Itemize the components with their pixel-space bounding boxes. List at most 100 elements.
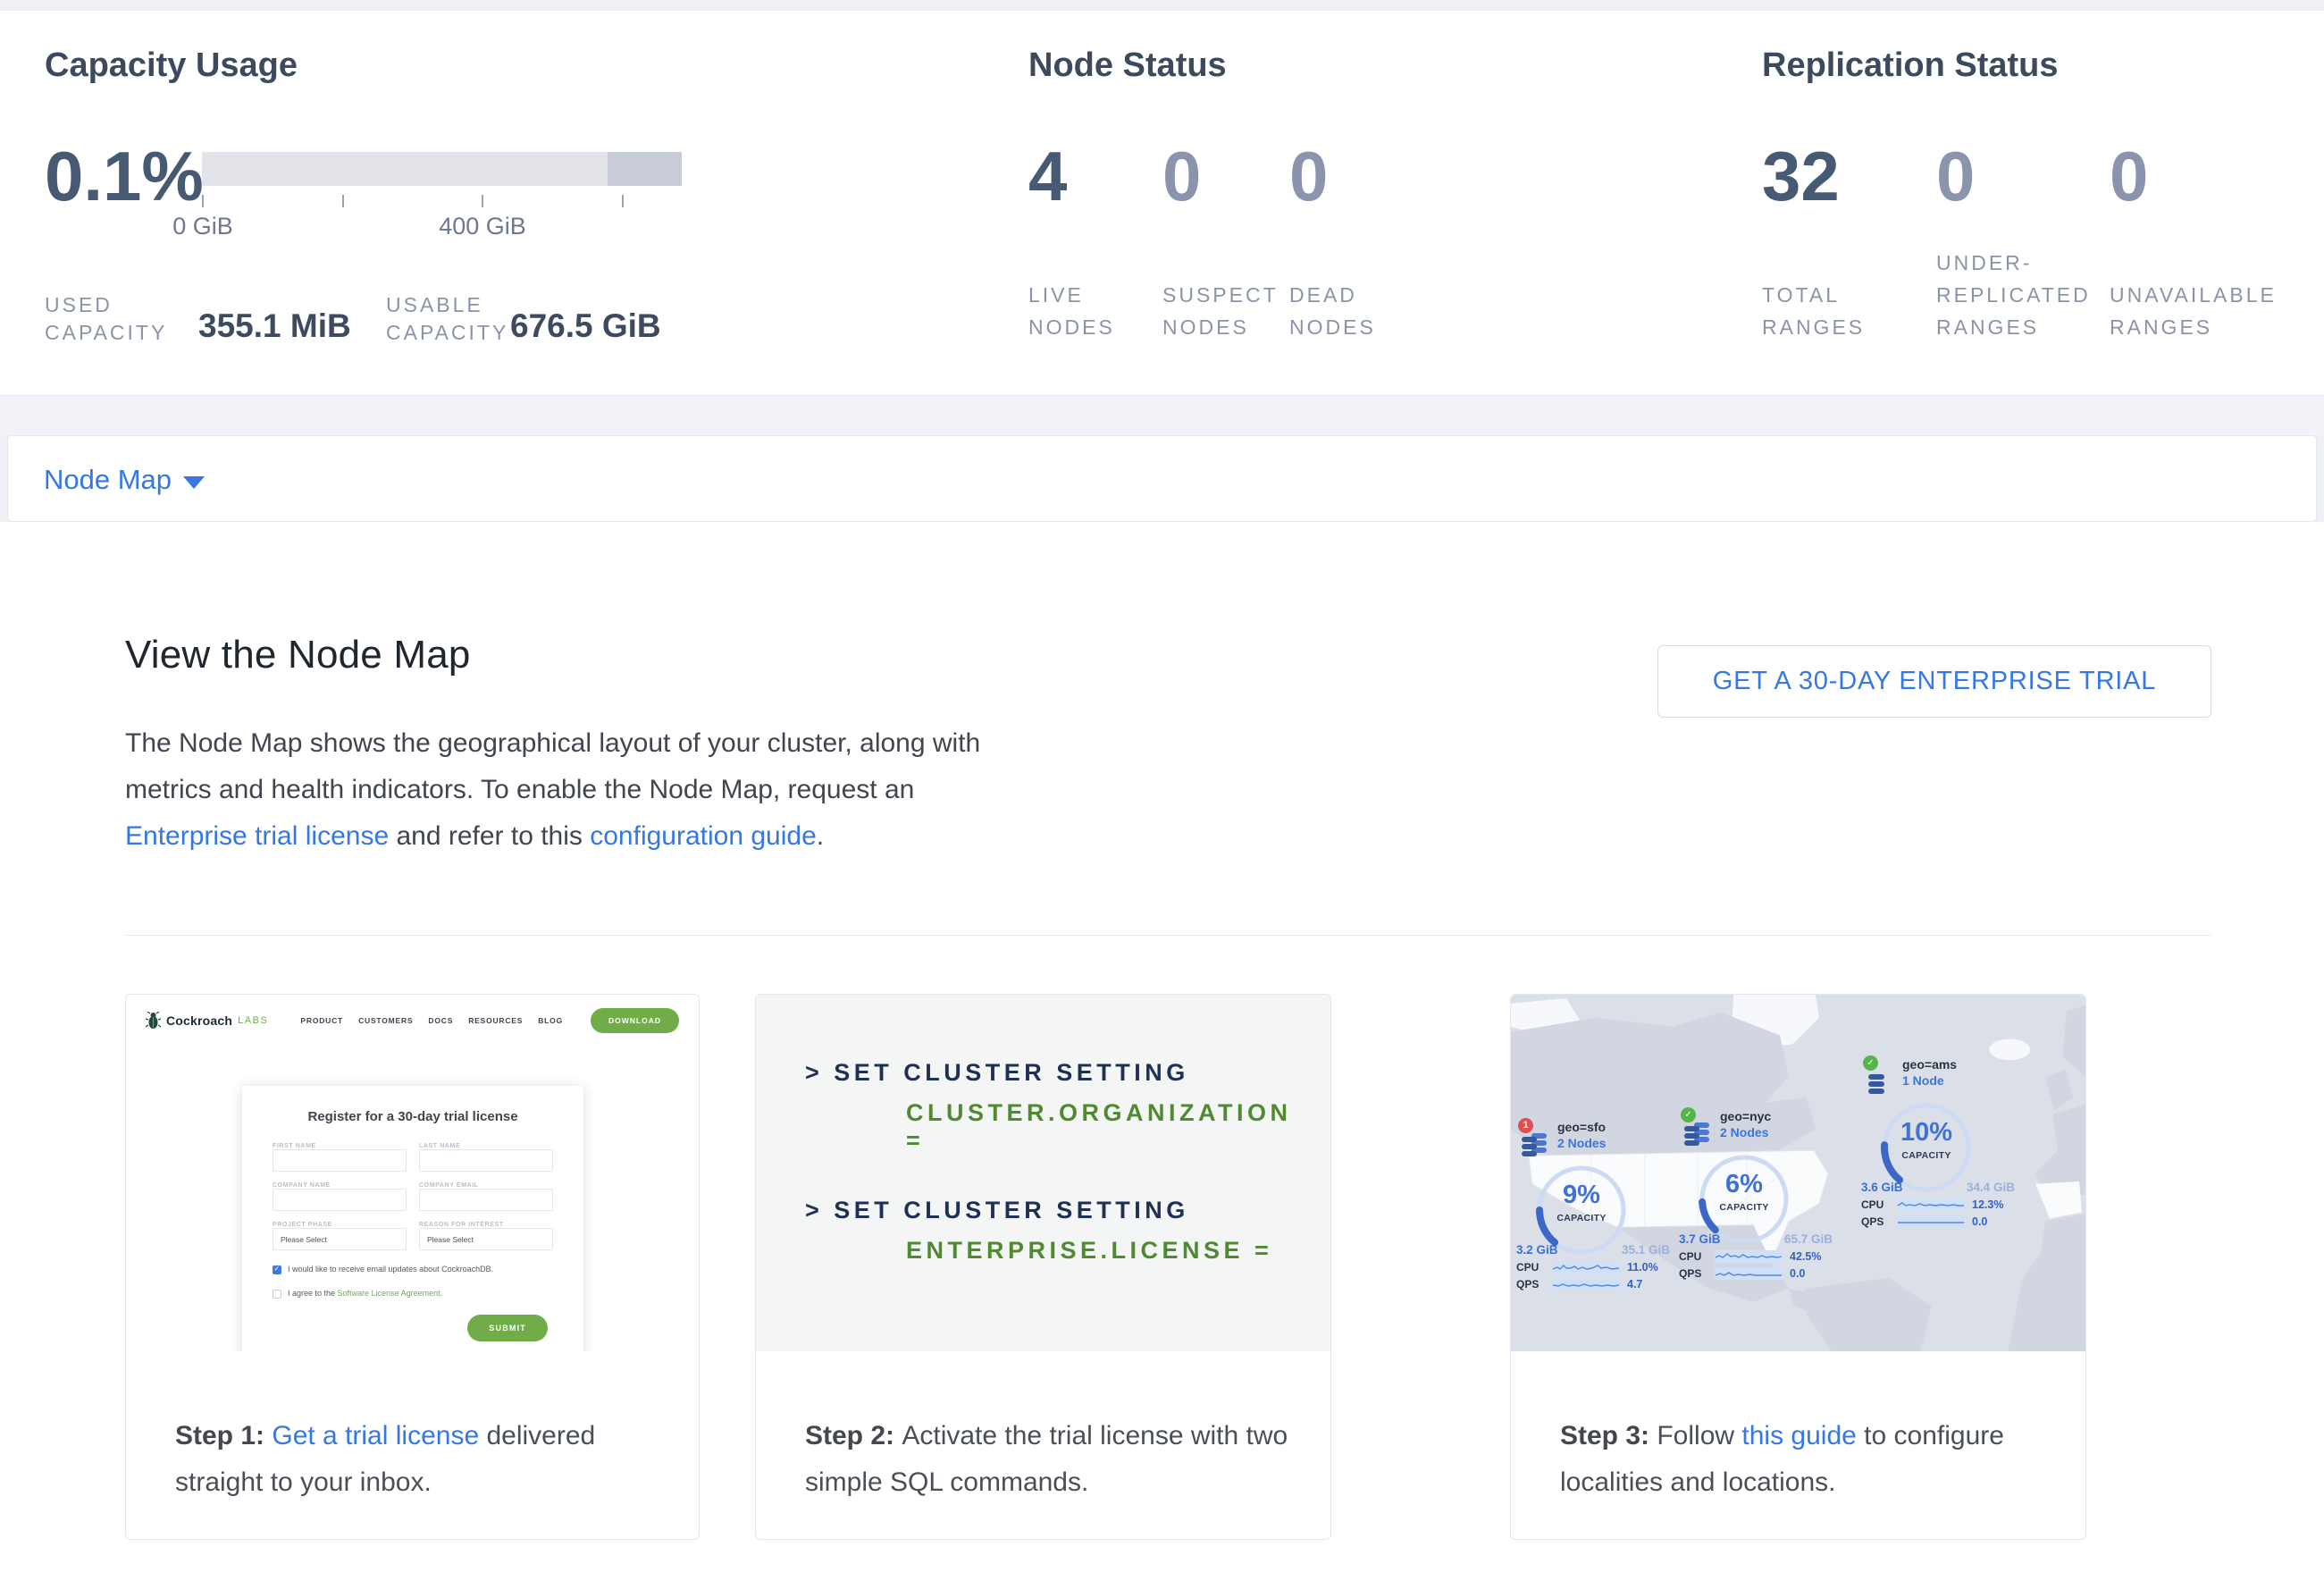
nav-item: CUSTOMERS [358, 1016, 413, 1025]
locality-node-count: 2 Nodes [1557, 1136, 1606, 1150]
capacity-label: CAPACITY [1532, 1213, 1631, 1223]
unavailable-ranges-value: 0 [2110, 141, 2148, 211]
cockroach-labs-logo: Cockroach LABS [146, 1012, 268, 1030]
submit-button: SUBMIT [467, 1315, 548, 1341]
form-title: Register for a 30-day trial license [273, 1109, 553, 1124]
enterprise-trial-button[interactable]: GET A 30-DAY ENTERPRISE TRIAL [1657, 645, 2211, 718]
step3-caption: Step 3: Follow this guide to configure l… [1560, 1413, 2048, 1506]
cpu-label: CPU [1861, 1198, 1890, 1211]
capacity-percent: 6% [1695, 1170, 1793, 1199]
cpu-label: CPU [1516, 1261, 1545, 1274]
company-email-field [419, 1189, 553, 1211]
nav-item: RESOURCES [468, 1016, 523, 1025]
suspect-nodes-label: SUSPECT NODES [1162, 279, 1277, 343]
locality-name: geo=ams [1902, 1057, 1957, 1072]
cpu-value: 42.5% [1790, 1250, 1821, 1263]
dead-nodes-value: 0 [1289, 141, 1328, 211]
field-label: COMPANY NAME [273, 1182, 407, 1189]
description-text: . [817, 821, 824, 851]
locality-name: geo=sfo [1557, 1120, 1606, 1134]
node-locality-ams: geo=ams 1 Node 10% CAPACITY 3.6 GiB 34.4… [1861, 1057, 2022, 1228]
get-trial-license-link[interactable]: Get a trial license [272, 1421, 479, 1450]
qps-label: QPS [1679, 1267, 1707, 1280]
chevron-down-icon [183, 476, 205, 489]
axis-tick [482, 195, 483, 207]
last-name-field [419, 1149, 553, 1172]
used-capacity-label: USED CAPACITY [45, 291, 192, 347]
capacity-gauge: 10% CAPACITY [1877, 1098, 1976, 1181]
node-map-selector[interactable]: Node Map [7, 435, 2317, 522]
capacity-bar [202, 152, 682, 186]
section-divider [125, 935, 2211, 936]
trial-registration-form: Register for a 30-day trial license FIRS… [242, 1086, 583, 1351]
node-status-title: Node Status [1028, 46, 1707, 85]
locality-icons [1863, 1057, 1895, 1097]
locality-name: geo=nyc [1720, 1109, 1771, 1123]
sql-code-preview: > SET CLUSTER SETTING CLUSTER.ORGANIZATI… [756, 995, 1330, 1351]
qps-sparkline [1552, 1278, 1620, 1291]
step-number: Step 3: [1560, 1421, 1657, 1450]
caption-text: Follow [1657, 1421, 1741, 1450]
configuration-guide-link[interactable]: configuration guide [590, 821, 817, 851]
qps-label: QPS [1516, 1278, 1545, 1291]
capacity-gauge: 9% CAPACITY [1532, 1161, 1631, 1243]
qps-metric: QPS 4.7 [1516, 1278, 1677, 1291]
capacity-gauge: 6% CAPACITY [1695, 1150, 1793, 1232]
database-stack-icon [1522, 1133, 1548, 1156]
axis-tick-label: 400 GiB [411, 213, 554, 240]
cpu-value: 12.3% [1972, 1198, 2003, 1211]
nav-item: PRODUCT [300, 1016, 343, 1025]
node-map-description: The Node Map shows the geographical layo… [125, 720, 983, 860]
sql-prompt-line: > SET CLUSTER SETTING [805, 1059, 1313, 1087]
node-map-intro-section: View the Node Map GET A 30-DAY ENTERPRIS… [0, 522, 2324, 1589]
sql-setting-line: ENTERPRISE.LICENSE = [906, 1237, 1313, 1265]
axis-tick [622, 195, 624, 207]
replication-status-title: Replication Status [1762, 46, 2298, 85]
cpu-sparkline [1552, 1261, 1620, 1274]
total-ranges-value: 32 [1762, 141, 1840, 211]
field-label: REASON FOR INTEREST [419, 1222, 553, 1228]
step-number: Step 2: [805, 1421, 902, 1450]
field-label: LAST NAME [419, 1143, 553, 1149]
section-gap [0, 396, 2324, 435]
cpu-value: 11.0% [1627, 1261, 1658, 1274]
used-capacity-value: 355.1 MiB [198, 307, 351, 345]
this-guide-link[interactable]: this guide [1741, 1421, 1856, 1450]
nav-item: BLOG [538, 1016, 563, 1025]
cluster-summary-panel: Capacity Usage 0.1% 0 GiB 400 GiB USED C… [0, 11, 2324, 396]
suspect-nodes-value: 0 [1162, 141, 1201, 211]
dead-nodes-label: DEAD NODES [1289, 279, 1389, 343]
cpu-metric: CPU 42.5% [1679, 1250, 1840, 1263]
qps-metric: QPS 0.0 [1861, 1215, 2022, 1228]
usable-capacity-value: 676.5 GiB [510, 307, 661, 345]
qps-value: 0.0 [1790, 1267, 1805, 1280]
capacity-usage-title: Capacity Usage [45, 46, 983, 85]
enterprise-trial-license-link[interactable]: Enterprise trial license [125, 821, 389, 851]
project-phase-select: Please Select [273, 1228, 407, 1250]
field-label: PROJECT PHASE [273, 1222, 407, 1228]
qps-metric: QPS 0.0 [1679, 1267, 1840, 1280]
node-locality-sfo: 1 geo=sfo 2 Nodes [1516, 1120, 1677, 1291]
total-ranges-label: TOTAL RANGES [1762, 279, 1887, 343]
step2-caption: Step 2: Activate the trial license with … [805, 1413, 1293, 1506]
brand-name: Cockroach [166, 1013, 232, 1028]
cpu-sparkline [1715, 1250, 1783, 1263]
gauge-ring-icon [1532, 1161, 1631, 1259]
cpu-metric: CPU 12.3% [1861, 1198, 2022, 1211]
checkbox-label: I agree to the Software License Agreemen… [288, 1289, 442, 1298]
mini-site-nav: PRODUCT CUSTOMERS DOCS RESOURCES BLOG DO… [300, 1008, 679, 1033]
gauge-ring-icon [1877, 1098, 1976, 1197]
healthy-check-icon [1681, 1107, 1696, 1122]
qps-sparkline [1897, 1215, 1965, 1228]
qps-value: 0.0 [1972, 1215, 1987, 1228]
description-text: The Node Map shows the geographical layo… [125, 728, 980, 804]
license-agreement-checkbox-row: I agree to the Software License Agreemen… [273, 1289, 553, 1299]
description-text: and refer to this [389, 821, 590, 851]
node-map-preview: 1 geo=sfo 2 Nodes [1511, 995, 2085, 1351]
database-stack-icon [1684, 1122, 1711, 1146]
healthy-check-icon [1863, 1055, 1878, 1071]
nav-item: DOCS [428, 1016, 453, 1025]
form-fields: FIRST NAME LAST NAME COMPANY NAME COMPAN… [273, 1135, 553, 1250]
locality-header: 1 geo=sfo 2 Nodes [1518, 1120, 1677, 1159]
step2-card: > SET CLUSTER SETTING CLUSTER.ORGANIZATI… [755, 994, 1331, 1540]
